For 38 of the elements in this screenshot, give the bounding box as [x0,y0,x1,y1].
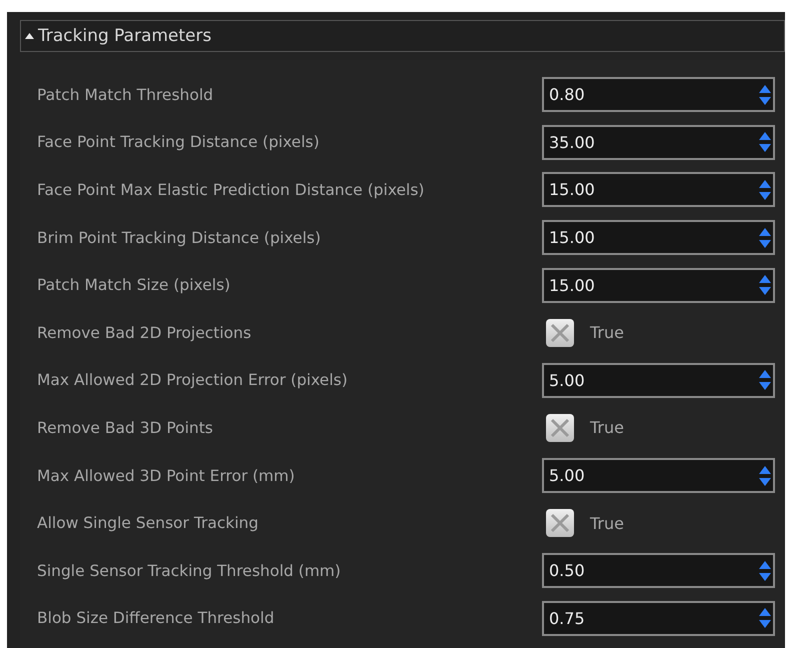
spin-arrows-icon[interactable] [759,226,771,250]
property-label: Face Point Max Elastic Prediction Distance (pixels) [37,180,424,199]
spin-box[interactable]: 15.00 [542,268,775,303]
property-label: Face Point Tracking Distance (pixels) [37,133,320,152]
property-label: Single Sensor Tracking Threshold (mm) [37,562,341,580]
collapse-icon [25,33,34,39]
checkbox[interactable] [546,414,574,442]
property-label: Max Allowed 3D Point Error (mm) [37,466,295,485]
spin-arrows-icon[interactable] [759,368,771,392]
spin-arrows-icon[interactable] [759,558,771,583]
checkbox[interactable] [546,509,574,538]
checkbox-value: True [590,418,624,438]
checkbox-value: True [590,323,624,342]
spin-box[interactable]: 0.50 [542,553,775,588]
spin-box[interactable]: 15.00 [542,220,775,256]
spin-box[interactable]: 0.80 [542,77,775,112]
checkbox-value: True [590,514,624,533]
spin-box[interactable]: 5.00 [542,362,775,398]
spin-arrows-icon[interactable] [759,178,771,202]
checkbox[interactable] [546,318,574,347]
spin-arrows-icon[interactable] [759,82,771,107]
property-label: Allow Single Sensor Tracking [37,514,258,532]
spin-box[interactable]: 35.00 [542,124,775,160]
spin-arrows-icon[interactable] [759,606,771,630]
property-label: Patch Match Size (pixels) [37,276,230,294]
spin-box[interactable]: 0.75 [542,600,775,636]
property-label: Brim Point Tracking Distance (pixels) [37,228,321,247]
section-header[interactable]: Tracking Parameters [20,20,785,52]
spin-box[interactable]: 15.00 [542,172,775,208]
property-label: Blob Size Difference Threshold [37,609,274,628]
property-label: Max Allowed 2D Projection Error (pixels) [37,371,348,390]
property-label: Remove Bad 3D Points [37,418,214,437]
spin-arrows-icon[interactable] [759,130,771,154]
spin-arrows-icon[interactable] [759,464,771,488]
property-label: Patch Match Threshold [37,86,214,104]
spin-arrows-icon[interactable] [759,273,771,298]
spin-box[interactable]: 5.00 [542,458,775,494]
property-label: Remove Bad 2D Projections [37,324,252,342]
